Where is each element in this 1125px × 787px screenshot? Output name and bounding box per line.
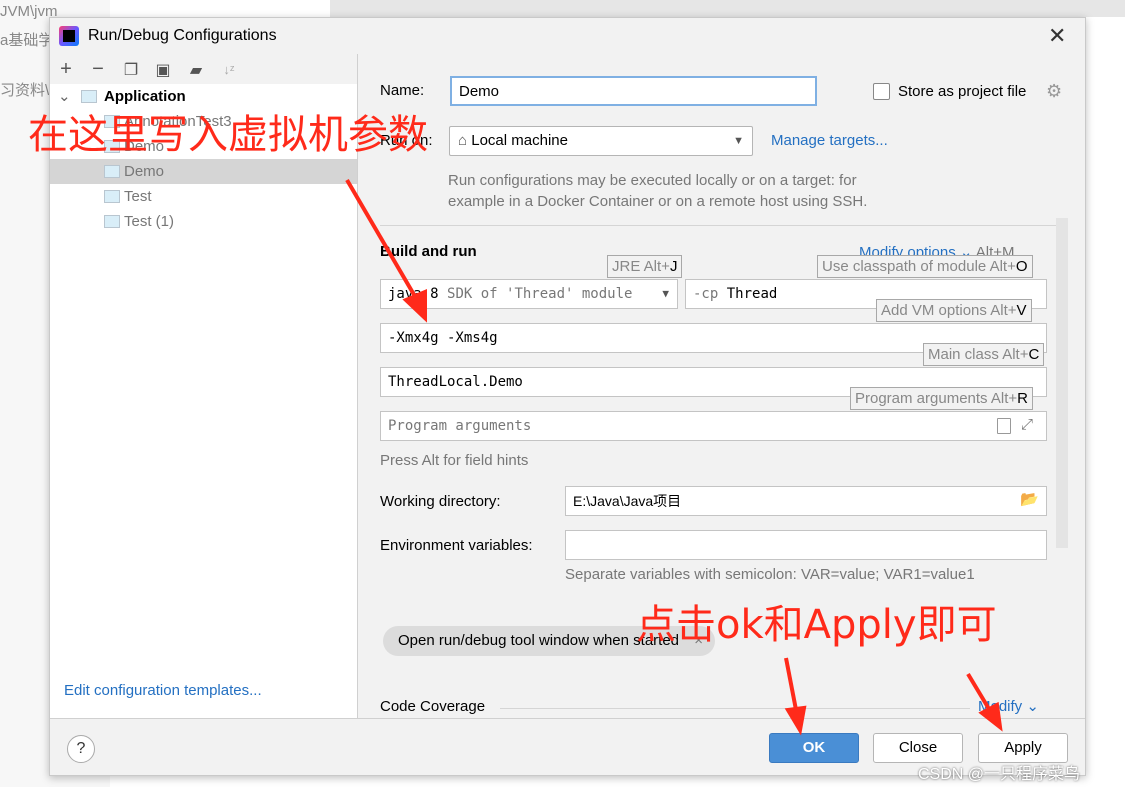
arrowhead — [784, 705, 807, 736]
arrow-to-vm-options — [345, 178, 422, 307]
annotation-arrows — [345, 178, 1003, 736]
arrowhead — [978, 701, 1003, 732]
arrow-to-ok — [784, 657, 799, 716]
watermark: CSDN @一只程序菜鸟 — [918, 766, 1081, 783]
arrowhead — [402, 288, 427, 323]
